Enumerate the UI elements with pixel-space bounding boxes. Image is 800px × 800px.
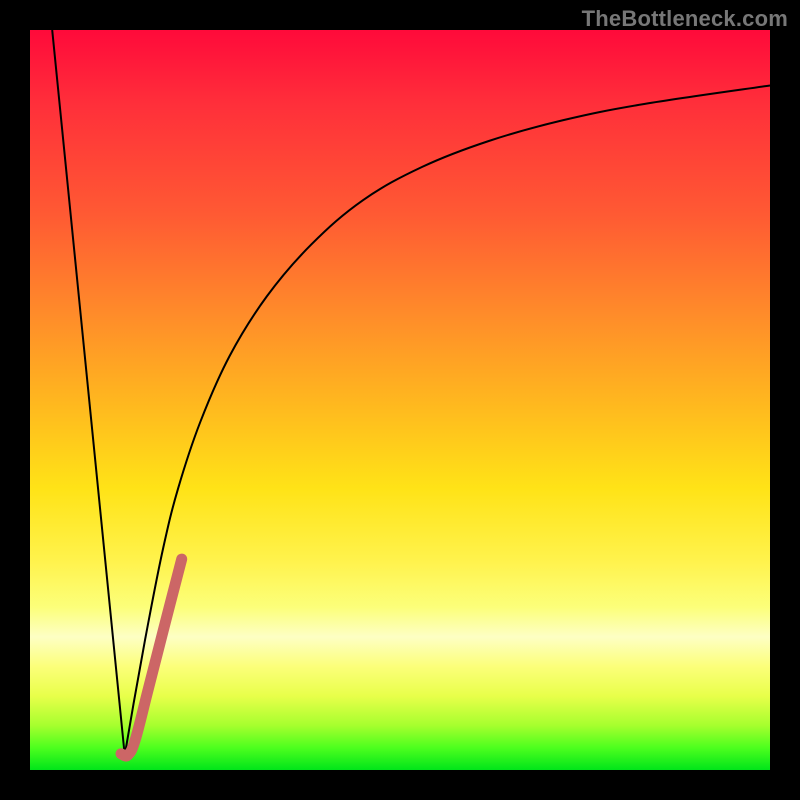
- plot-area: [30, 30, 770, 770]
- curve-descent: [52, 30, 125, 755]
- curves-layer: [30, 30, 770, 770]
- curve-log-rise: [125, 86, 770, 756]
- watermark-text: TheBottleneck.com: [582, 6, 788, 32]
- chart-frame: TheBottleneck.com: [0, 0, 800, 800]
